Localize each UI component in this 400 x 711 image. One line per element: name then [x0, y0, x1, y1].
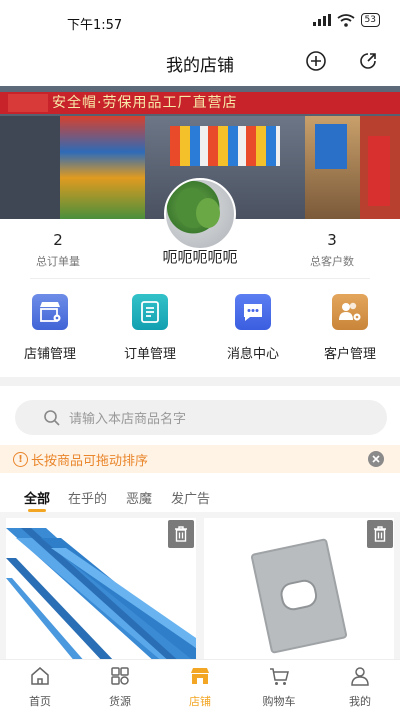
tab-demon[interactable]: 恶魔 — [126, 488, 152, 507]
sort-tip-banner: ! 长按商品可拖动排序 — [0, 445, 400, 473]
menu-store-management-label: 店铺管理 — [23, 347, 76, 362]
share-icon[interactable] — [356, 49, 380, 73]
menu-message-center[interactable]: 消息中心 — [213, 294, 293, 362]
nav-mine-label: 我的 — [349, 695, 371, 708]
tab-care[interactable]: 在乎的 — [68, 488, 107, 507]
store-page: 下午1:57 53 我的店铺 安全帽·劳保用品工厂直营店 2 总订单量 呃呃呃呃… — [0, 0, 400, 711]
home-icon — [31, 667, 49, 685]
metal-plate-image — [204, 518, 394, 659]
close-icon[interactable] — [368, 451, 384, 467]
search-icon — [44, 409, 60, 426]
product-card[interactable] — [204, 518, 394, 659]
wifi-icon — [337, 13, 355, 27]
store-settings-icon — [32, 294, 68, 330]
menu-message-center-label: 消息中心 — [226, 347, 279, 362]
delete-icon[interactable] — [168, 520, 194, 548]
nav-source[interactable]: 货源 — [90, 665, 150, 709]
banner-sign: 安全帽·劳保用品工厂直营店 — [0, 92, 400, 114]
product-grid — [0, 512, 400, 659]
search-placeholder: 请输入本店商品名字 — [69, 412, 187, 427]
nav-store-label: 店铺 — [189, 695, 211, 708]
message-icon — [235, 294, 271, 330]
status-time: 下午1:57 — [67, 18, 123, 33]
nav-home[interactable]: 首页 — [10, 665, 70, 709]
total-orders-value: 2 — [53, 231, 63, 249]
grid-icon — [111, 667, 129, 685]
status-icons: 53 — [312, 13, 380, 27]
total-customers-stat[interactable]: 3 总客户数 — [292, 231, 372, 269]
total-orders-label: 总订单量 — [36, 255, 80, 268]
nav-cart-label: 购物车 — [262, 695, 296, 708]
menu-customer-management[interactable]: 客户管理 — [310, 294, 390, 362]
menu-store-management[interactable]: 店铺管理 — [10, 294, 90, 362]
battery-indicator: 53 — [360, 13, 380, 27]
category-tabs: 全部 在乎的 恶魔 发广告 — [0, 488, 400, 512]
tab-ads[interactable]: 发广告 — [171, 488, 210, 507]
signal-icon — [312, 14, 331, 26]
add-icon[interactable] — [304, 49, 328, 73]
menu-order-management[interactable]: 订单管理 — [110, 294, 190, 362]
nav-mine[interactable]: 我的 — [330, 665, 390, 709]
nav-store[interactable]: 店铺 — [170, 665, 230, 709]
product-search-input[interactable]: 请输入本店商品名字 — [15, 400, 387, 435]
menu-customer-management-label: 客户管理 — [323, 347, 376, 362]
nav-source-label: 货源 — [109, 695, 131, 708]
store-icon — [191, 668, 209, 684]
nav-cart[interactable]: 购物车 — [249, 665, 309, 709]
page-header: 我的店铺 — [0, 44, 400, 86]
section-gap — [0, 377, 400, 386]
page-title: 我的店铺 — [166, 56, 234, 76]
menu-order-management-label: 订单管理 — [123, 347, 176, 362]
product-card[interactable] — [6, 518, 196, 659]
customer-settings-icon — [332, 294, 368, 330]
tab-all[interactable]: 全部 — [24, 488, 50, 507]
warning-icon: ! — [13, 451, 28, 467]
divider — [30, 278, 370, 279]
store-avatar[interactable] — [164, 178, 236, 250]
total-orders-stat[interactable]: 2 总订单量 — [18, 231, 98, 269]
nav-home-label: 首页 — [29, 695, 51, 708]
sort-tip-text: 长按商品可拖动排序 — [31, 453, 149, 469]
delete-icon[interactable] — [367, 520, 393, 548]
store-name: 呃呃呃呃呃 — [162, 248, 238, 266]
status-bar: 下午1:57 53 — [0, 0, 400, 44]
cart-icon — [270, 668, 289, 685]
total-customers-label: 总客户数 — [310, 255, 354, 268]
order-list-icon — [132, 294, 168, 330]
user-icon — [351, 667, 369, 686]
bottom-nav: 首页 货源 店铺 购物车 我的 — [0, 659, 400, 711]
total-customers-value: 3 — [327, 231, 337, 249]
